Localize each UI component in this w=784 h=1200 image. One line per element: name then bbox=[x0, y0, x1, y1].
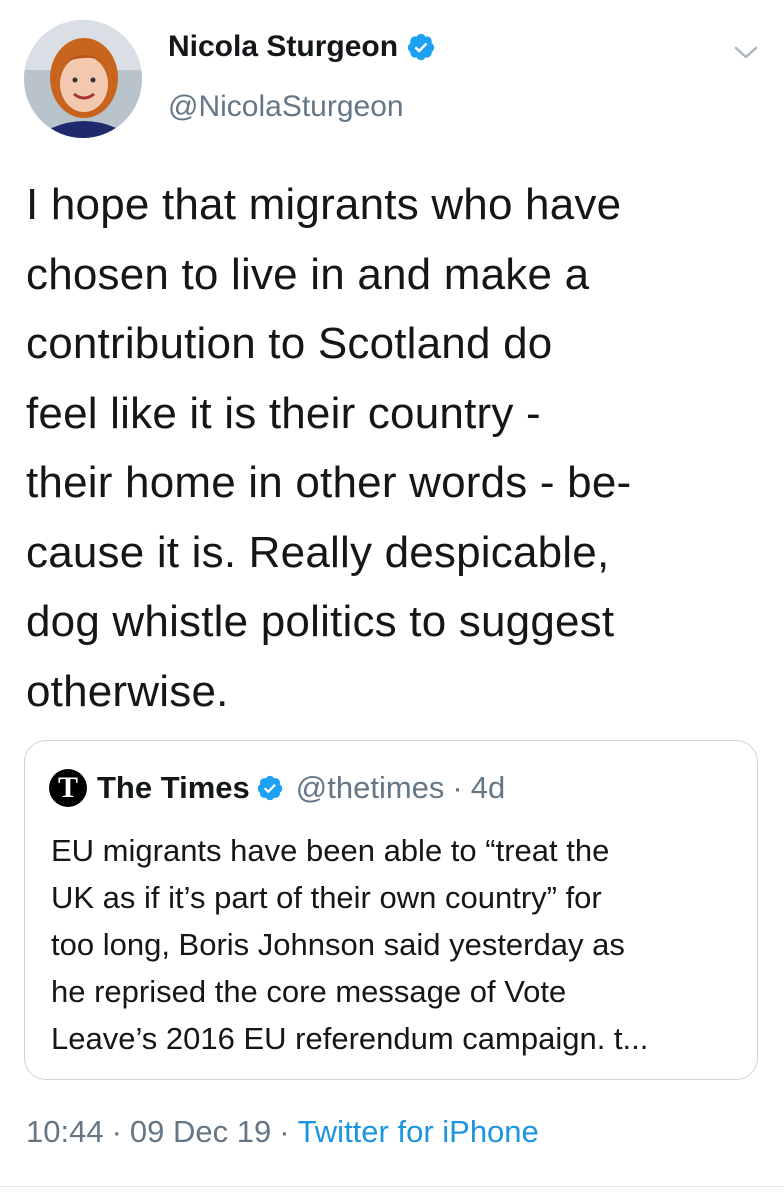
verified-badge-icon bbox=[257, 775, 283, 801]
separator-dot: · bbox=[452, 770, 463, 805]
tweet-date[interactable]: 09 Dec 19 bbox=[130, 1114, 271, 1150]
the-times-logo-icon: T bbox=[49, 769, 87, 807]
author-handle[interactable]: @NicolaSturgeon bbox=[168, 90, 404, 124]
verified-badge-icon bbox=[407, 33, 435, 61]
author-display-name[interactable]: Nicola Sturgeon bbox=[168, 30, 398, 64]
author-name[interactable]: Nicola Sturgeon bbox=[168, 30, 436, 64]
tweet-source-link[interactable]: Twitter for iPhone bbox=[298, 1114, 539, 1150]
quoted-tweet-header: T The Times @thetimes · 4d bbox=[49, 769, 505, 807]
tweet-text: I hope that migrants who have chosen to … bbox=[26, 180, 632, 716]
chevron-down-icon[interactable] bbox=[730, 40, 762, 64]
quoted-tweet-card[interactable]: T The Times @thetimes · 4d EU migrants h… bbox=[24, 740, 758, 1080]
avatar[interactable] bbox=[24, 20, 142, 138]
separator-dot: · bbox=[111, 1114, 122, 1149]
quoted-tweet-text: EU migrants have been able to “treat the… bbox=[51, 833, 649, 1056]
tweet-meta: 10:44 · 09 Dec 19 · Twitter for iPhone bbox=[26, 1114, 539, 1150]
quoted-tweet-handle: @thetimes bbox=[295, 770, 445, 805]
tweet-time[interactable]: 10:44 bbox=[26, 1114, 104, 1150]
profile-photo bbox=[24, 20, 142, 138]
quoted-tweet-age: 4d bbox=[470, 770, 506, 805]
quoted-tweet-name: The Times bbox=[97, 770, 250, 805]
separator-dot: · bbox=[279, 1114, 290, 1149]
divider bbox=[0, 1186, 784, 1187]
